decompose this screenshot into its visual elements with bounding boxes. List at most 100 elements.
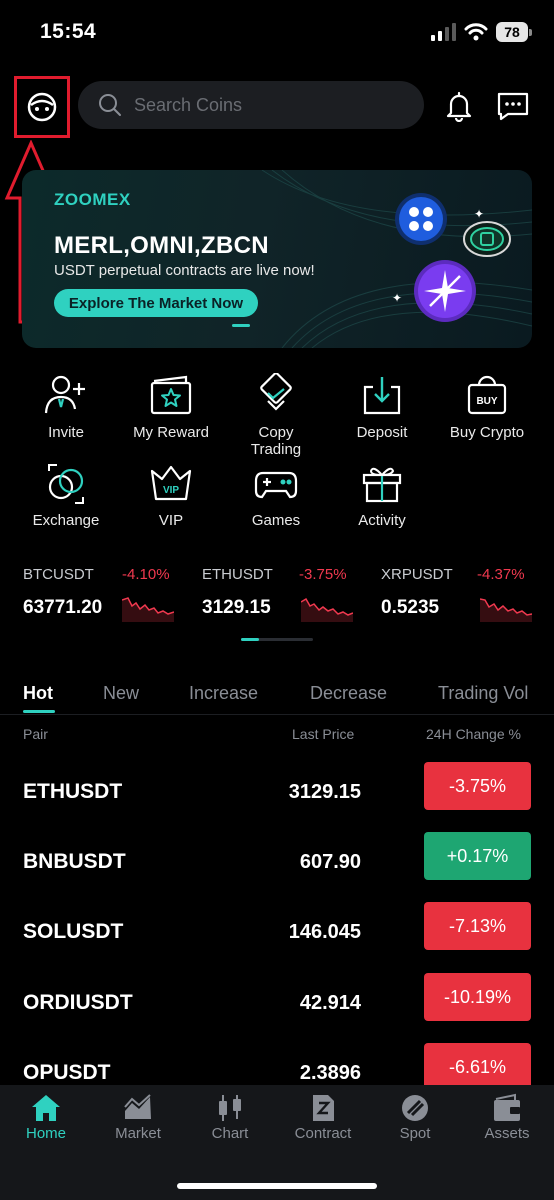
coin-green-icon bbox=[463, 221, 511, 257]
candlestick-icon bbox=[219, 1095, 241, 1121]
quick-item-activity[interactable]: Activity bbox=[330, 460, 434, 529]
contract-icon bbox=[313, 1095, 334, 1121]
nav-label: Home bbox=[25, 1125, 66, 1142]
ticker-pair: XRPUSDT bbox=[381, 566, 453, 583]
ticker-pair: ETHUSDT bbox=[202, 566, 273, 583]
reward-card-icon bbox=[150, 375, 192, 415]
battery-indicator: 78 bbox=[496, 22, 532, 42]
ticker-pager-indicator bbox=[241, 638, 313, 641]
search-input[interactable] bbox=[134, 94, 394, 116]
nav-label: Chart bbox=[211, 1125, 249, 1142]
nav-contract[interactable]: Contract bbox=[277, 1093, 369, 1142]
row-pair: ORDIUSDT bbox=[23, 991, 133, 1014]
row-change-badge[interactable]: +0.17% bbox=[424, 832, 531, 880]
tab-trading-vol[interactable]: Trading Vol bbox=[438, 683, 528, 704]
banner-brand-logo: ZOOMEX bbox=[54, 190, 131, 209]
cellular-signal-icon bbox=[431, 23, 456, 41]
ticker-item[interactable]: ETHUSDT -3.75% 3129.15 bbox=[202, 566, 380, 622]
column-header-pair: Pair bbox=[23, 726, 48, 742]
column-header-last-price[interactable]: Last Price bbox=[292, 726, 354, 742]
quick-item-label: Buy Crypto bbox=[449, 424, 525, 441]
svg-text:✦: ✦ bbox=[392, 291, 402, 305]
wifi-icon bbox=[464, 23, 488, 41]
quick-item-vip[interactable]: VIP VIP bbox=[119, 460, 223, 529]
tab-new[interactable]: New bbox=[103, 683, 139, 704]
row-last-price: 146.045 bbox=[288, 921, 361, 943]
quick-item-label: Deposit bbox=[356, 424, 408, 441]
row-last-price: 607.90 bbox=[299, 851, 361, 873]
svg-text:VIP: VIP bbox=[163, 485, 179, 496]
tab-hot[interactable]: Hot bbox=[23, 683, 53, 704]
nav-chart[interactable]: Chart bbox=[184, 1093, 276, 1142]
divider bbox=[0, 714, 554, 715]
row-last-price: 2.3896 bbox=[299, 1062, 361, 1084]
nav-label: Market bbox=[115, 1125, 161, 1142]
status-time: 15:54 bbox=[40, 20, 97, 43]
market-ticker-carousel[interactable]: BTCUSDT -4.10% 63771.20 ETHUSDT -3.75% 3… bbox=[0, 566, 554, 626]
ticker-change: -3.75% bbox=[299, 566, 347, 583]
ticker-item[interactable]: BTCUSDT -4.10% 63771.20 bbox=[23, 566, 201, 622]
row-change-badge[interactable]: -10.19% bbox=[424, 973, 531, 1021]
ticker-change: -4.37% bbox=[477, 566, 525, 583]
tab-increase[interactable]: Increase bbox=[189, 683, 258, 704]
row-change-badge[interactable]: -6.61% bbox=[424, 1043, 531, 1091]
home-indicator bbox=[177, 1183, 377, 1189]
ticker-item[interactable]: XRPUSDT -4.37% 0.5235 bbox=[381, 566, 554, 622]
search-icon bbox=[99, 94, 121, 116]
market-chart-icon bbox=[124, 1094, 151, 1119]
gamepad-icon bbox=[254, 471, 298, 499]
promo-banner[interactable]: ✦ ✦ ZOOMEX MERL,OMNI,ZBCN USDT perpetual… bbox=[22, 170, 532, 348]
quick-item-deposit[interactable]: Deposit bbox=[330, 372, 434, 441]
nav-spot[interactable]: Spot bbox=[369, 1093, 461, 1142]
row-change-badge[interactable]: -3.75% bbox=[424, 762, 531, 810]
ticker-change: -4.10% bbox=[122, 566, 170, 583]
quick-item-invite[interactable]: Invite bbox=[14, 372, 118, 441]
svg-text:BUY: BUY bbox=[476, 396, 497, 407]
explore-market-button[interactable]: Explore The Market Now bbox=[54, 289, 258, 317]
coin-blue-icon bbox=[395, 193, 447, 245]
quick-item-copy-trading[interactable]: Copy Trading bbox=[224, 372, 328, 458]
top-header bbox=[0, 76, 554, 138]
table-row[interactable]: BNBUSDT 607.90 +0.17% bbox=[0, 832, 554, 902]
quick-item-exchange[interactable]: Exchange bbox=[14, 460, 118, 529]
nav-label: Assets bbox=[484, 1125, 530, 1142]
ticker-pair: BTCUSDT bbox=[23, 566, 94, 583]
active-tab-indicator bbox=[23, 710, 55, 713]
row-pair: ETHUSDT bbox=[23, 780, 123, 803]
table-row[interactable]: SOLUSDT 146.045 -7.13% bbox=[0, 902, 554, 972]
quick-item-games[interactable]: Games bbox=[224, 460, 328, 529]
banner-pager-indicator bbox=[232, 324, 250, 327]
sparkline-chart bbox=[122, 597, 174, 622]
ticker-price: 0.5235 bbox=[381, 597, 440, 618]
table-row[interactable]: ETHUSDT 3129.15 -3.75% bbox=[0, 762, 554, 832]
exchange-icon bbox=[48, 464, 84, 504]
battery-level: 78 bbox=[496, 22, 528, 42]
gift-icon bbox=[362, 467, 402, 503]
table-row[interactable]: ORDIUSDT 42.914 -10.19% bbox=[0, 973, 554, 1043]
row-last-price: 3129.15 bbox=[288, 781, 361, 803]
quick-item-label: Activity bbox=[358, 512, 406, 529]
column-header-change[interactable]: 24H Change % bbox=[426, 726, 521, 742]
wallet-icon bbox=[494, 1093, 520, 1121]
ticker-price: 3129.15 bbox=[202, 597, 271, 618]
sparkline-chart bbox=[480, 598, 532, 622]
quick-item-label: My Reward bbox=[133, 424, 209, 441]
nav-market[interactable]: Market bbox=[92, 1093, 184, 1142]
nav-assets[interactable]: Assets bbox=[461, 1093, 553, 1142]
notification-bell-icon[interactable] bbox=[443, 90, 475, 122]
message-chat-icon[interactable] bbox=[496, 90, 530, 122]
spot-icon bbox=[402, 1095, 428, 1121]
quick-item-label: Copy Trading bbox=[250, 424, 302, 458]
home-icon bbox=[32, 1095, 60, 1121]
row-last-price: 42.914 bbox=[299, 992, 361, 1014]
copy-trading-icon bbox=[260, 373, 292, 411]
quick-item-buy-crypto[interactable]: BUY Buy Crypto bbox=[435, 372, 539, 441]
ticker-price: 63771.20 bbox=[23, 597, 103, 618]
row-change-badge[interactable]: -7.13% bbox=[424, 902, 531, 950]
market-tabs: Hot New Increase Decrease Trading Vol bbox=[0, 683, 554, 715]
profile-avatar-button[interactable] bbox=[14, 76, 70, 138]
tab-decrease[interactable]: Decrease bbox=[310, 683, 387, 704]
quick-item-my-reward[interactable]: My Reward bbox=[119, 372, 223, 441]
search-bar[interactable] bbox=[78, 81, 424, 129]
nav-home[interactable]: Home bbox=[0, 1093, 92, 1142]
